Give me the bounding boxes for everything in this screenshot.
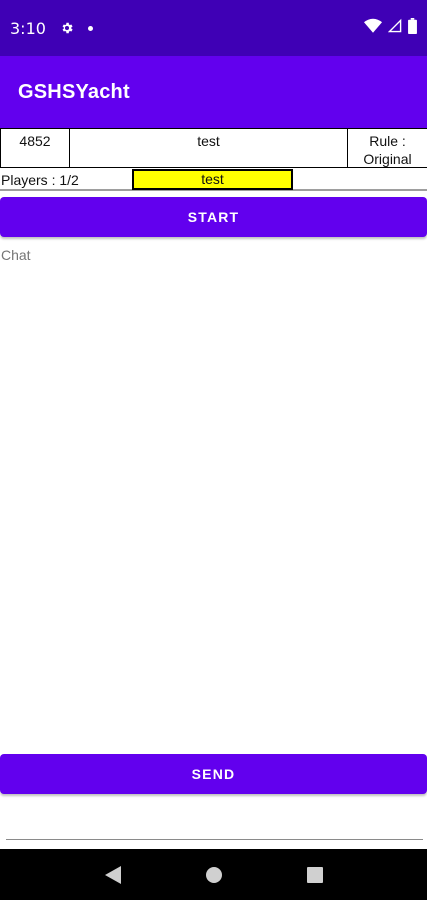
- players-count: Players : 1/2: [1, 172, 79, 188]
- chat-label: Chat: [1, 247, 31, 263]
- room-name: test: [197, 133, 220, 149]
- start-button[interactable]: START: [0, 197, 427, 237]
- player-name-badge: test: [132, 169, 293, 190]
- notification-dot-icon: [87, 25, 93, 31]
- status-time: 3:10: [10, 18, 46, 38]
- chat-message-list[interactable]: [0, 266, 427, 748]
- status-icons: [364, 17, 417, 39]
- home-icon[interactable]: [202, 863, 226, 887]
- send-button[interactable]: SEND: [0, 754, 427, 794]
- status-bar: 3:10: [0, 0, 427, 56]
- back-icon[interactable]: [101, 863, 125, 887]
- app-title: GSHSYacht: [18, 80, 130, 103]
- app-bar: GSHSYacht: [0, 56, 427, 128]
- signal-icon: [387, 18, 402, 39]
- room-info-row: 4852 test Rule : Original: [0, 128, 427, 168]
- chat-message-input[interactable]: [6, 800, 423, 840]
- rule-label: Rule :: [369, 133, 406, 149]
- gear-icon: [60, 21, 74, 35]
- wifi-icon: [364, 18, 382, 39]
- recents-icon[interactable]: [303, 863, 327, 887]
- rule-cell: Rule : Original: [347, 129, 427, 167]
- navigation-bar: [0, 849, 427, 900]
- room-number: 4852: [0, 129, 70, 167]
- battery-icon: [408, 17, 417, 39]
- players-row: Players : 1/2 test: [0, 168, 427, 191]
- rule-value: Original: [363, 151, 412, 167]
